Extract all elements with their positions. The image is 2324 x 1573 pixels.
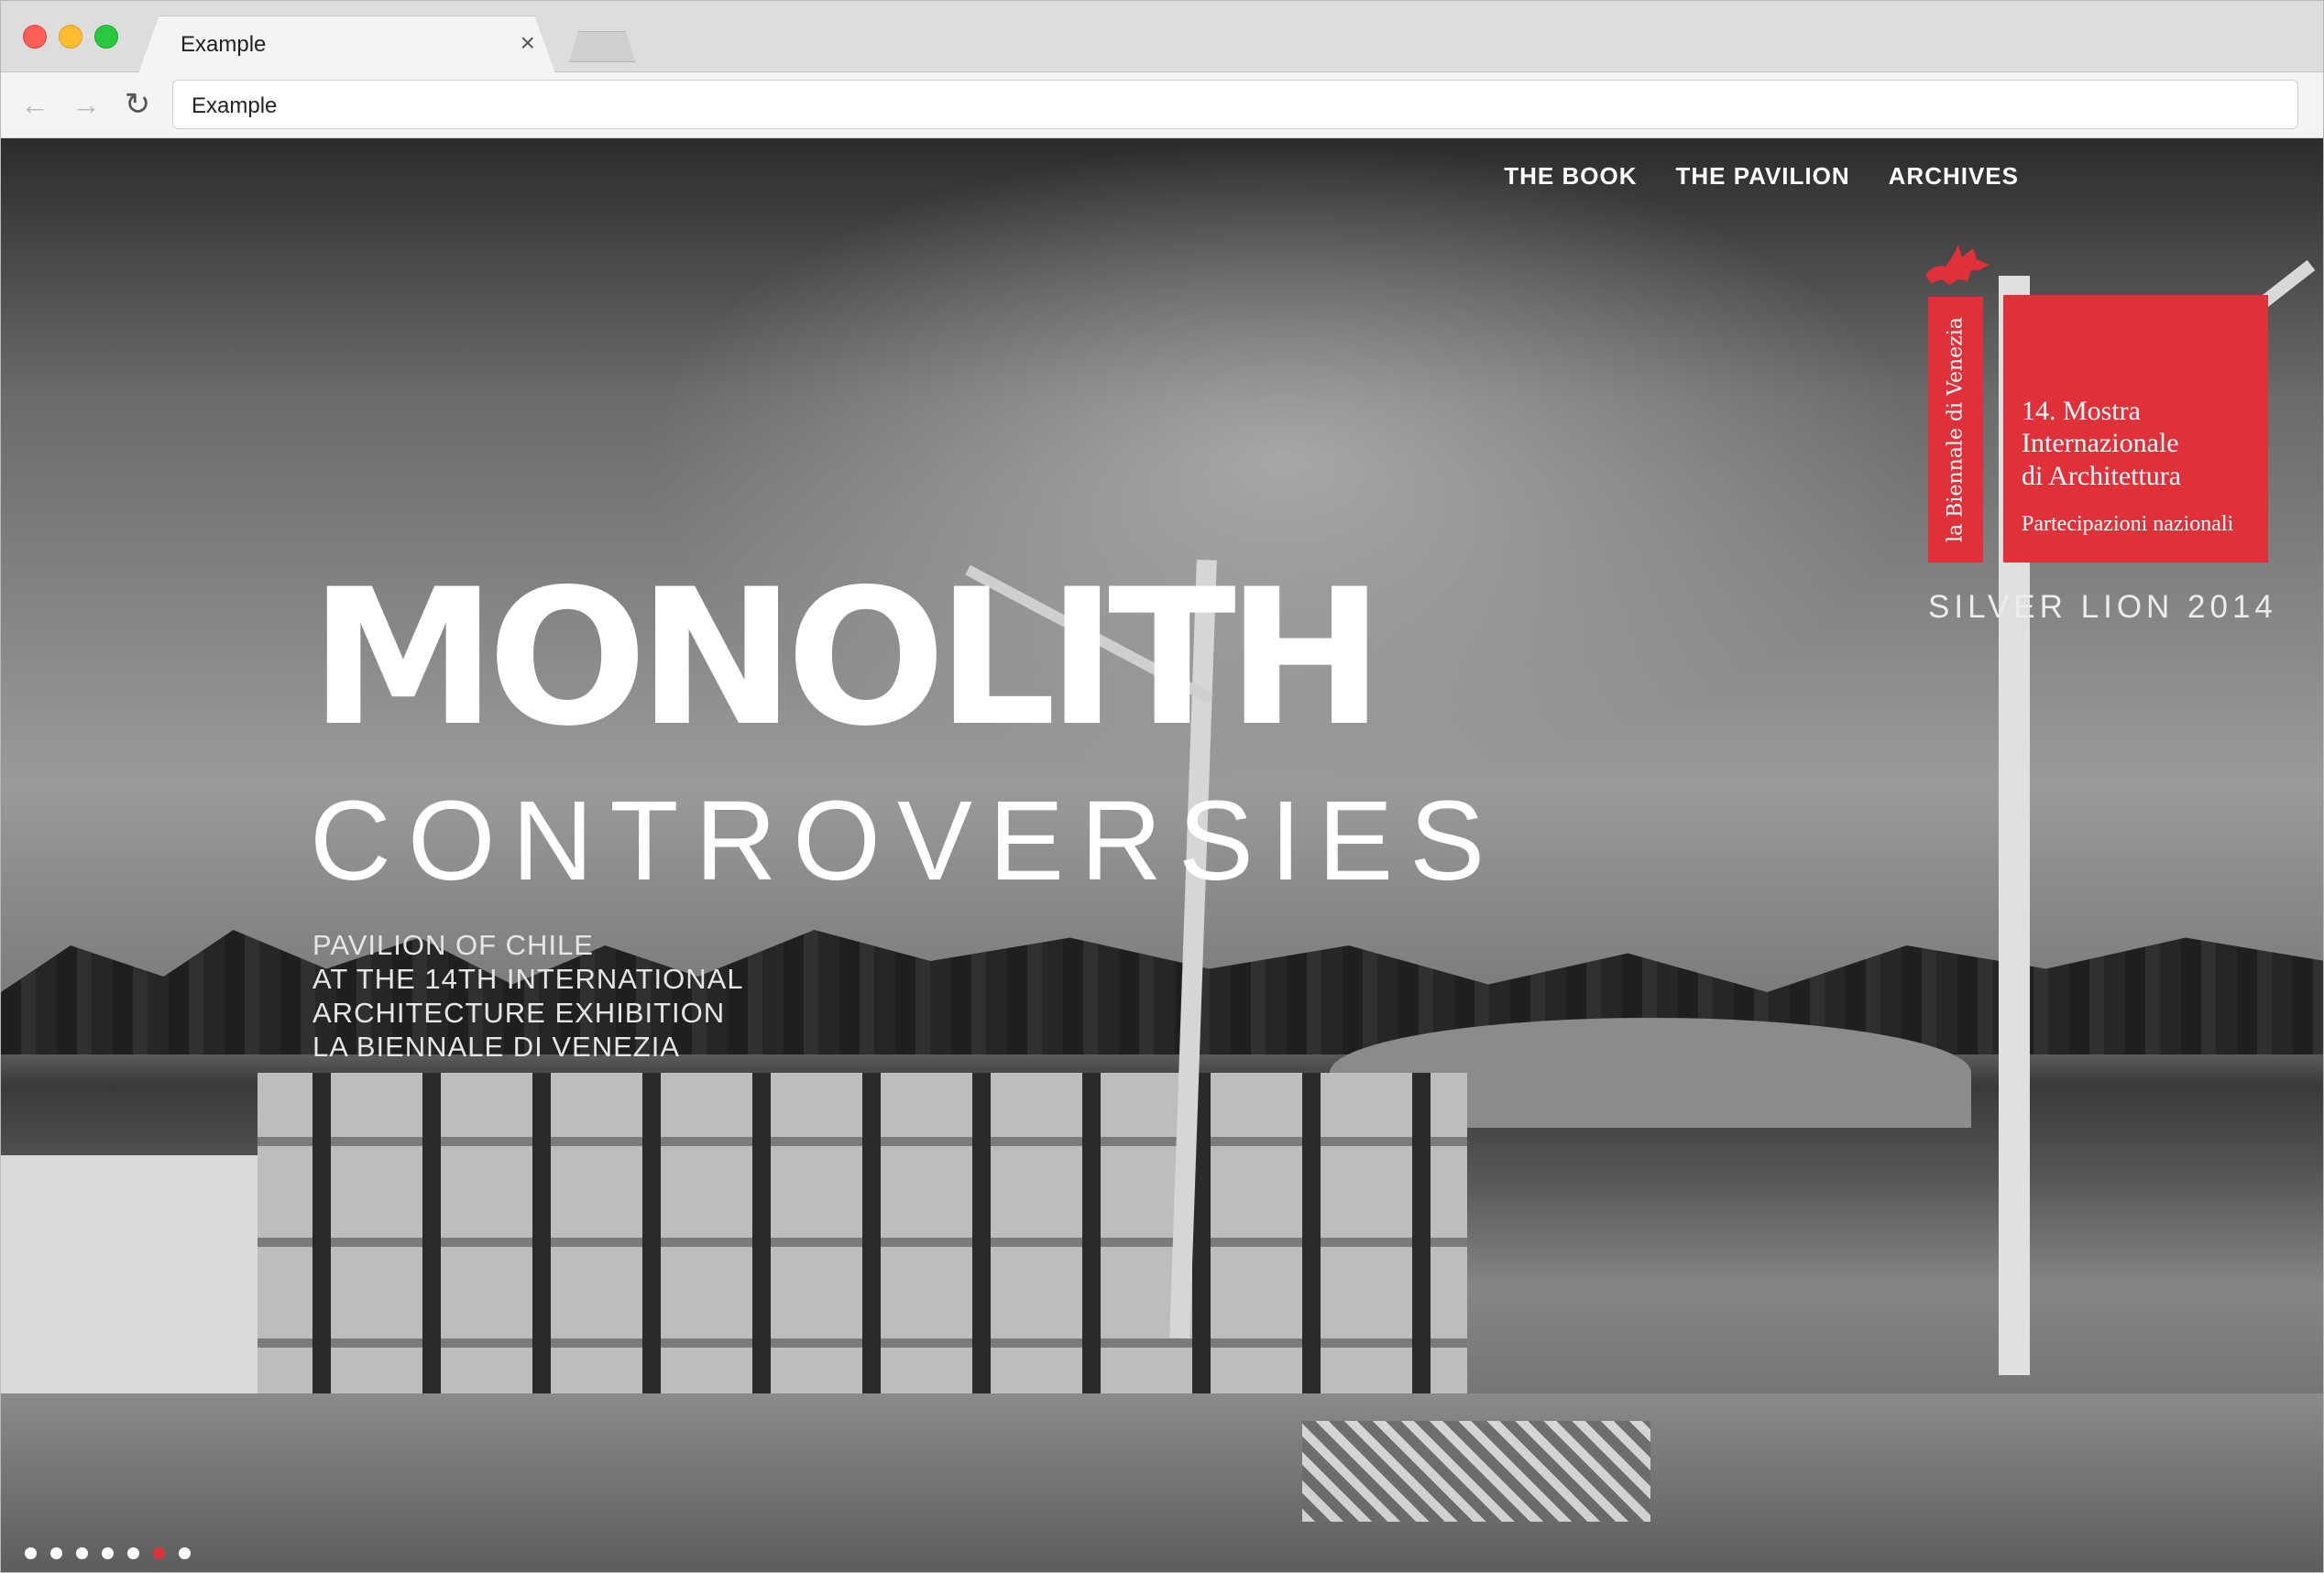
scaffolding — [1302, 1421, 1650, 1522]
logo-line-2: Internazionale — [2022, 428, 2179, 458]
biennale-strip-text: la Biennale di Venezia — [1944, 317, 1968, 542]
minimize-window-button[interactable] — [59, 25, 82, 49]
maximize-window-button[interactable] — [94, 25, 118, 49]
browser-toolbar: ← → ↻ Example — [1, 72, 2323, 138]
main-nav: THE BOOK THE PAVILION ARCHIVES — [1504, 162, 2019, 191]
ground — [1, 1393, 2323, 1572]
browser-window: Example × ← → ↻ Example THE BOOK THE PAV… — [0, 0, 2324, 1573]
tagline-line: LA BIENNALE DI VENEZIA — [312, 1031, 681, 1063]
building-under-construction — [258, 1073, 1467, 1403]
new-tab-button[interactable] — [569, 31, 635, 62]
address-text: Example — [192, 93, 278, 118]
back-arrow-icon[interactable]: ← — [16, 85, 54, 124]
address-bar[interactable]: Example — [172, 80, 2298, 129]
slider-dot[interactable] — [127, 1547, 139, 1559]
hero-title: MONOLITH — [310, 550, 1384, 768]
logo-line-4: Partecipazioni nazionali — [2022, 512, 2234, 536]
nav-item-the-pavilion[interactable]: THE PAVILION — [1675, 162, 1849, 191]
slider-dot[interactable] — [102, 1547, 114, 1559]
slider-dot[interactable] — [153, 1547, 165, 1559]
nav-item-archives[interactable]: ARCHIVES — [1889, 162, 2019, 191]
close-icon[interactable]: × — [521, 28, 535, 58]
tagline-line: ARCHITECTURE EXHIBITION — [312, 997, 726, 1029]
slider-dot[interactable] — [179, 1547, 191, 1559]
winged-lion-icon — [1925, 245, 1990, 285]
logo-line-1: 14. Mostra — [2022, 396, 2141, 426]
biennale-strip: la Biennale di Venezia — [1928, 297, 1983, 563]
reload-icon[interactable]: ↻ — [118, 85, 157, 124]
slider-dot[interactable] — [76, 1547, 88, 1559]
logo-line-3: di Architettura — [2022, 461, 2182, 491]
award-label: SILVER LION 2014 — [1928, 589, 2277, 625]
hero-tagline: PAVILION OF CHILE AT THE 14TH INTERNATIO… — [312, 928, 744, 1064]
hero-subtitle: CONTROVERSIES — [310, 779, 1502, 904]
tab-title: Example — [181, 32, 267, 57]
tab-bar: Example × — [1, 1, 2323, 73]
browser-tab[interactable]: Example × — [138, 16, 555, 73]
biennale-logo-box[interactable]: 14. Mostra Internazionale di Architettur… — [2003, 295, 2268, 563]
tagline-line: PAVILION OF CHILE — [312, 929, 594, 961]
tagline-line: AT THE 14TH INTERNATIONAL — [312, 963, 744, 995]
nav-item-the-book[interactable]: THE BOOK — [1504, 162, 1637, 191]
page-content: THE BOOK THE PAVILION ARCHIVES la Bienna… — [1, 138, 2323, 1572]
slider-pagination — [25, 1547, 191, 1559]
close-window-button[interactable] — [23, 25, 47, 49]
forward-arrow-icon[interactable]: → — [67, 85, 105, 124]
slider-dot[interactable] — [50, 1547, 62, 1559]
slider-dot[interactable] — [25, 1547, 37, 1559]
